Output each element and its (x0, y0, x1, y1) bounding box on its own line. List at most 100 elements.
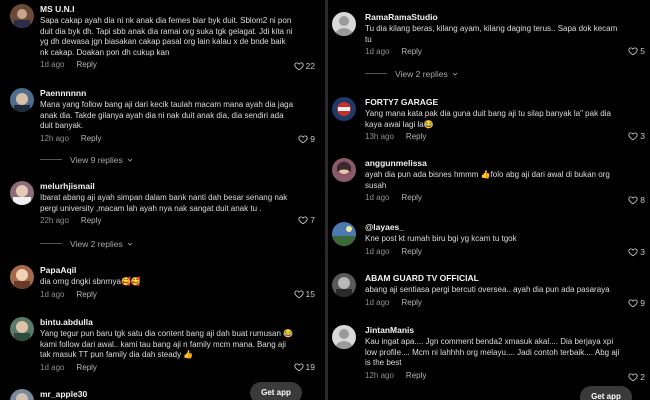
comment-text: Kne post kt rumah biru bgi yg kcam tu tg… (365, 234, 517, 243)
like-button[interactable]: 7 (298, 215, 315, 226)
like-count: 15 (305, 289, 315, 299)
comment-username[interactable]: ABAM GUARD TV OFFICIAL (365, 273, 645, 284)
like-count: 19 (305, 362, 315, 372)
avatar[interactable] (10, 4, 34, 28)
like-button[interactable]: 3 (628, 247, 645, 258)
avatar[interactable] (332, 325, 356, 349)
comment-text: Yang mana kata pak dia guna duit bang aj… (365, 109, 611, 129)
view-replies-button[interactable]: View 9 replies (40, 155, 134, 166)
heart-outline-icon (298, 215, 308, 225)
heart-outline-icon (628, 372, 638, 382)
like-count: 7 (310, 215, 315, 225)
heart-outline-icon (628, 298, 638, 308)
avatar[interactable] (10, 181, 34, 205)
reply-button[interactable]: Reply (401, 298, 421, 307)
reply-button[interactable]: Reply (81, 216, 101, 225)
chevron-down-icon (451, 70, 459, 78)
like-button[interactable]: 22 (294, 61, 315, 72)
chevron-down-icon (126, 156, 134, 164)
like-count: 3 (640, 247, 645, 257)
comment-time: 1d ago (40, 289, 65, 299)
reply-button[interactable]: Reply (76, 290, 96, 299)
like-button[interactable]: 15 (294, 289, 315, 300)
comment-username[interactable]: melurhjismail (40, 181, 315, 192)
like-count: 3 (640, 131, 645, 141)
like-count: 2 (640, 372, 645, 382)
reply-button[interactable]: Reply (76, 60, 96, 69)
comment-username[interactable]: bintu.abdulla (40, 317, 315, 328)
comment-time: 1d ago (40, 362, 65, 372)
comment-username[interactable]: JintanManis (365, 325, 645, 336)
get-app-button[interactable]: Get app (580, 386, 632, 400)
avatar[interactable] (332, 273, 356, 297)
comment-text: Yang tegur pun baru tgk satu dia content… (40, 329, 294, 359)
avatar[interactable] (10, 265, 34, 289)
avatar[interactable] (332, 222, 356, 246)
like-button[interactable]: 8 (628, 195, 645, 206)
comment-text: abang aji sentiasa pergi bercuti oversea… (365, 285, 610, 294)
heart-outline-icon (628, 131, 638, 141)
comment-time: 1d ago (365, 246, 390, 256)
comment-item: MS U.N.I Sapa cakap ayah dia ni nk anak … (0, 4, 323, 72)
comment-username[interactable]: RamaRamaStudio (365, 12, 645, 23)
like-count: 22 (305, 61, 315, 71)
reply-button[interactable]: Reply (401, 247, 421, 256)
comment-text: Ibarat abang aji ayah simpan dalam bank … (40, 193, 288, 213)
like-count: 5 (640, 46, 645, 56)
like-button[interactable]: 2 (628, 372, 645, 383)
comment-time: 12h ago (365, 370, 394, 380)
reply-button[interactable]: Reply (401, 47, 421, 56)
like-button[interactable]: 3 (628, 131, 645, 142)
like-button[interactable]: 9 (298, 134, 315, 145)
comment-time: 12h ago (40, 133, 69, 143)
view-replies-button[interactable]: View 2 replies (40, 239, 134, 250)
reply-button[interactable]: Reply (406, 371, 426, 380)
comment-text: Kau ingat apa.... Jgn comment benda2 xma… (365, 337, 620, 367)
comment-item: @layaes_ Kne post kt rumah biru bgi yg k… (330, 222, 650, 258)
heart-outline-icon (294, 61, 304, 71)
like-button[interactable]: 19 (294, 362, 315, 373)
heart-outline-icon (294, 362, 304, 372)
reply-button[interactable]: Reply (76, 363, 96, 372)
comment-username[interactable]: FORTY7 GARAGE (365, 97, 645, 108)
comment-username[interactable]: Paennnnnn (40, 88, 315, 99)
view-replies-button[interactable]: View 2 replies (365, 69, 459, 80)
comment-time: 1d ago (365, 193, 390, 202)
heart-outline-icon (628, 46, 638, 56)
comments-column-left: MS U.N.I Sapa cakap ayah dia ni nk anak … (0, 0, 323, 400)
like-count: 9 (640, 298, 645, 308)
comment-item: JintanManis Kau ingat apa.... Jgn commen… (330, 325, 650, 383)
like-button[interactable]: 5 (628, 46, 645, 57)
reply-button[interactable]: Reply (81, 134, 101, 143)
reply-button[interactable]: Reply (406, 132, 426, 141)
comment-text: Sapa cakap ayah dia ni nk anak dia femes… (40, 16, 293, 57)
comment-item: RamaRamaStudio Tu dia kilang beras, kila… (330, 12, 650, 57)
heart-outline-icon (628, 247, 638, 257)
heart-outline-icon (298, 134, 308, 144)
get-app-button[interactable]: Get app (250, 382, 302, 400)
comment-username[interactable]: anggunmelissa (365, 158, 645, 169)
comment-item: melurhjismail Ibarat abang aji ayah simp… (0, 181, 323, 226)
comment-time: 1d ago (365, 47, 390, 56)
avatar[interactable] (332, 97, 356, 121)
comment-time: 1d ago (40, 60, 65, 69)
comment-username[interactable]: @layaes_ (365, 222, 645, 233)
column-divider (325, 0, 328, 400)
avatar[interactable] (10, 389, 34, 400)
reply-button[interactable]: Reply (401, 193, 421, 202)
comment-username[interactable]: PapaAqil (40, 265, 315, 276)
like-count: 9 (310, 134, 315, 144)
avatar[interactable] (10, 317, 34, 341)
comment-time: 13h ago (365, 132, 394, 141)
comment-item: Paennnnnn Mana yang follow bang aji dari… (0, 88, 323, 145)
comment-text: dia orng dngki sbnrnya🥰🥰 (40, 277, 141, 286)
avatar[interactable] (332, 12, 356, 36)
avatar[interactable] (10, 88, 34, 112)
heart-outline-icon (294, 289, 304, 299)
comment-time: 1d ago (365, 297, 390, 307)
avatar[interactable] (332, 158, 356, 182)
like-button[interactable]: 9 (628, 298, 645, 309)
comment-username[interactable]: MS U.N.I (40, 4, 315, 15)
comment-item: anggunmelissa ayah dia pun ada bisnes hm… (330, 158, 650, 206)
comment-text: Tu dia kilang beras, kilang ayam, kilang… (365, 24, 618, 44)
